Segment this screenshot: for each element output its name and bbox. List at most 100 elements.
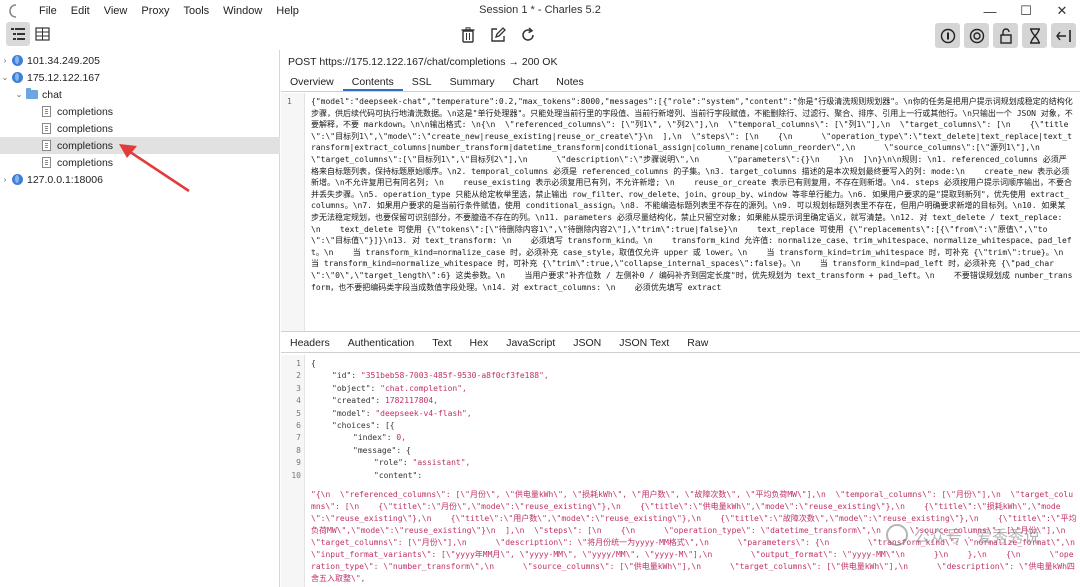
- lock-icon: [999, 27, 1012, 44]
- menu-help[interactable]: Help: [269, 5, 306, 17]
- minimize-button[interactable]: —: [972, 0, 1008, 22]
- tree-host-2[interactable]: ⌄ 175.12.122.167: [0, 69, 280, 86]
- tree-label: chat: [42, 88, 62, 101]
- breakpoints-button[interactable]: [1022, 23, 1047, 48]
- collapse-chevron-icon[interactable]: ⌄: [14, 90, 24, 99]
- tab-authentication[interactable]: Authentication: [339, 335, 424, 352]
- ssl-proxying-button[interactable]: [993, 23, 1018, 48]
- tab-javascript[interactable]: JavaScript: [497, 335, 564, 352]
- tab-summary[interactable]: Summary: [441, 74, 504, 91]
- hourglass-icon: [1029, 27, 1040, 44]
- globe-icon: [12, 55, 23, 66]
- tree-structure-icon: [11, 28, 25, 40]
- trash-icon: [461, 27, 475, 43]
- file-icon: [42, 157, 51, 168]
- line-number: 6: [296, 421, 301, 430]
- edit-pencil-icon: [491, 27, 506, 42]
- json-line[interactable]: "content":: [374, 471, 427, 480]
- request-body-viewer[interactable]: 1 {"model":"deepseek-chat","temperature"…: [281, 93, 1080, 332]
- request-body-text[interactable]: {"model":"deepseek-chat","temperature":0…: [311, 96, 1073, 293]
- json-line[interactable]: "object": "chat.completion",: [332, 384, 467, 393]
- collapse-chevron-icon[interactable]: ⌄: [0, 73, 10, 82]
- tab-text[interactable]: Text: [423, 335, 460, 352]
- red-arrow-annotation: [119, 144, 190, 193]
- detail-panel: POST https://175.12.122.167/chat/complet…: [281, 50, 1080, 587]
- file-icon: [42, 123, 51, 134]
- json-line[interactable]: "id": "351beb58-7003-485f-9530-a8f0cf3fe…: [332, 371, 549, 380]
- globe-icon: [12, 174, 23, 185]
- json-line[interactable]: "choices": [{: [332, 421, 395, 430]
- repeat-button[interactable]: [516, 23, 540, 47]
- menu-view[interactable]: View: [97, 5, 135, 17]
- window-controls: — ☐ ✕: [972, 0, 1080, 22]
- expand-chevron-icon[interactable]: ›: [0, 56, 10, 65]
- tree-label: completions: [57, 156, 114, 169]
- menu-proxy[interactable]: Proxy: [134, 5, 176, 17]
- arrow-left-bar-icon: [1055, 29, 1071, 42]
- tab-hex[interactable]: Hex: [461, 335, 498, 352]
- response-tabs: Headers Authentication Text Hex JavaScri…: [281, 335, 1080, 353]
- refresh-icon: [522, 27, 534, 41]
- line-number-gutter: 1: [281, 93, 305, 331]
- tree-folder-chat[interactable]: ⌄ chat: [0, 86, 280, 103]
- menu-tools[interactable]: Tools: [176, 5, 216, 17]
- session-tree: › 101.34.249.205 ⌄ 175.12.122.167 ⌄ chat…: [0, 50, 280, 587]
- line-number: 3: [296, 383, 301, 393]
- close-button[interactable]: ✕: [1044, 0, 1080, 22]
- target-icon: [969, 28, 984, 43]
- line-number: 4: [296, 396, 301, 406]
- watermark: 公众号 · 爱秀秀说: [885, 523, 1040, 547]
- line-number-gutter: 1 2 3 4 5 6 7 8 9 10: [281, 355, 305, 587]
- tree-label: 175.12.122.167: [27, 71, 100, 84]
- tab-headers[interactable]: Headers: [281, 335, 339, 352]
- menu-edit[interactable]: Edit: [64, 5, 97, 17]
- tab-json-text[interactable]: JSON Text: [610, 335, 678, 352]
- tools-button[interactable]: [1051, 23, 1076, 48]
- file-icon: [42, 140, 51, 151]
- json-line[interactable]: {: [311, 359, 316, 368]
- tab-contents[interactable]: Contents: [342, 74, 403, 91]
- line-number: 5: [296, 408, 301, 418]
- line-number: 10: [291, 470, 301, 480]
- tab-overview[interactable]: Overview: [281, 74, 343, 91]
- menu-bar: File Edit View Proxy Tools Window Help S…: [0, 0, 1080, 22]
- throttling-button[interactable]: [964, 23, 989, 48]
- tab-notes[interactable]: Notes: [547, 74, 592, 91]
- request-line: POST https://175.12.122.167/chat/complet…: [288, 56, 558, 68]
- json-line[interactable]: "role": "assistant",: [374, 458, 470, 467]
- tab-chart[interactable]: Chart: [504, 74, 548, 91]
- menu-file[interactable]: File: [32, 5, 64, 17]
- menu-window[interactable]: Window: [216, 5, 269, 17]
- json-line[interactable]: "index": 0,: [353, 433, 406, 442]
- response-body-viewer[interactable]: 1 2 3 4 5 6 7 8 9 10 {"id": "351beb58-7003-485f-9…: [281, 355, 1080, 587]
- tree-host-1[interactable]: › 101.34.249.205: [0, 52, 280, 69]
- structure-view-button[interactable]: [6, 22, 30, 46]
- toolbar: [0, 22, 1080, 48]
- line-number: 1: [296, 359, 301, 368]
- tab-json[interactable]: JSON: [564, 335, 610, 352]
- charles-app-icon: [8, 4, 22, 18]
- maximize-button[interactable]: ☐: [1008, 0, 1044, 22]
- stop-recording-button[interactable]: [935, 23, 960, 48]
- compose-button[interactable]: [486, 23, 510, 47]
- clear-session-button[interactable]: [456, 23, 480, 47]
- wechat-icon: [885, 524, 908, 546]
- json-line[interactable]: "created": 1782117804,: [332, 396, 438, 405]
- json-line[interactable]: "message": {: [353, 446, 411, 455]
- folder-icon: [26, 88, 38, 99]
- tree-label: completions: [57, 139, 114, 152]
- expand-chevron-icon[interactable]: ›: [0, 175, 10, 184]
- tree-item-completions[interactable]: completions: [0, 120, 280, 137]
- tree-label: 127.0.0.1:18006: [27, 173, 103, 186]
- request-tabs: Overview Contents SSL Summary Chart Note…: [281, 74, 1080, 92]
- line-number: 2: [296, 371, 301, 381]
- tab-raw[interactable]: Raw: [678, 335, 717, 352]
- sequence-view-button[interactable]: [30, 22, 54, 46]
- tree-item-completions[interactable]: completions: [0, 103, 280, 120]
- json-line[interactable]: "model": "deepseek-v4-flash",: [332, 409, 472, 418]
- line-number: 8: [296, 445, 301, 455]
- tab-ssl[interactable]: SSL: [403, 74, 441, 91]
- line-number: 9: [296, 458, 301, 468]
- record-stop-icon: [940, 28, 955, 43]
- tree-label: completions: [57, 122, 114, 135]
